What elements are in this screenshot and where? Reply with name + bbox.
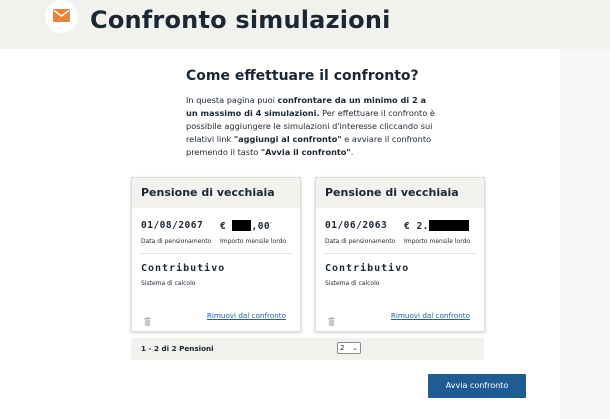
calc-system: Contributivo — [141, 263, 226, 274]
amount-suffix: ,00 — [251, 221, 271, 232]
intro-text-bold: "aggiungi al confronto" — [233, 134, 342, 144]
amount-prefix: € 2. — [404, 221, 429, 232]
pension-card: Pensione di vecchiaia 01/08/2067 Data di… — [131, 177, 301, 332]
background-band — [560, 49, 610, 419]
envelope-icon — [45, 0, 78, 33]
amount-prefix: € — [220, 221, 227, 232]
monthly-amount-label: Importo mensile lordo — [404, 238, 471, 245]
monthly-amount: € 2. — [404, 220, 469, 232]
redacted-value — [232, 220, 252, 231]
redacted-value — [428, 220, 469, 231]
section-title: Come effettuare il confronto? — [186, 68, 419, 84]
monthly-amount: € ,00 — [220, 220, 270, 232]
calc-system-label: Sistema di calcolo — [141, 280, 196, 287]
trash-icon[interactable] — [328, 311, 335, 330]
retirement-date-label: Data di pensionamento — [325, 238, 396, 245]
pension-card: Pensione di vecchiaia 01/06/2063 Data di… — [315, 177, 485, 332]
intro-text-part: . — [350, 147, 354, 157]
retirement-date: 01/06/2063 — [325, 220, 388, 231]
retirement-date-label: Data di pensionamento — [141, 238, 212, 245]
remove-from-comparison-link[interactable]: Rimuovi dal confronto — [207, 311, 286, 320]
divider — [140, 253, 292, 254]
page-title: Confronto simulazioni — [90, 6, 391, 34]
start-comparison-button[interactable]: Avvia confronto — [428, 374, 526, 398]
monthly-amount-label: Importo mensile lordo — [220, 238, 287, 245]
divider — [324, 253, 476, 254]
card-title: Pensione di vecchiaia — [132, 178, 300, 208]
card-title: Pensione di vecchiaia — [316, 178, 484, 208]
intro-text-bold: "Avvia il confronto" — [260, 147, 351, 157]
pagination-bar: 1 - 2 di 2 Pensioni 2 ⌄ — [131, 338, 484, 360]
retirement-date: 01/08/2067 — [141, 220, 204, 231]
chevron-down-icon: ⌄ — [352, 344, 358, 352]
top-header: Confronto simulazioni — [0, 0, 610, 49]
trash-icon[interactable] — [144, 311, 151, 330]
page-size-select[interactable]: 2 ⌄ — [337, 342, 361, 354]
remove-from-comparison-link[interactable]: Rimuovi dal confronto — [391, 311, 470, 320]
calc-system: Contributivo — [325, 263, 410, 274]
intro-text: In questa pagina puoi confrontare da un … — [186, 94, 438, 159]
calc-system-label: Sistema di calcolo — [325, 280, 380, 287]
page-size-value: 2 — [340, 344, 345, 352]
intro-text-part: In questa pagina puoi — [186, 95, 278, 105]
pagination-summary: 1 - 2 di 2 Pensioni — [141, 344, 214, 353]
